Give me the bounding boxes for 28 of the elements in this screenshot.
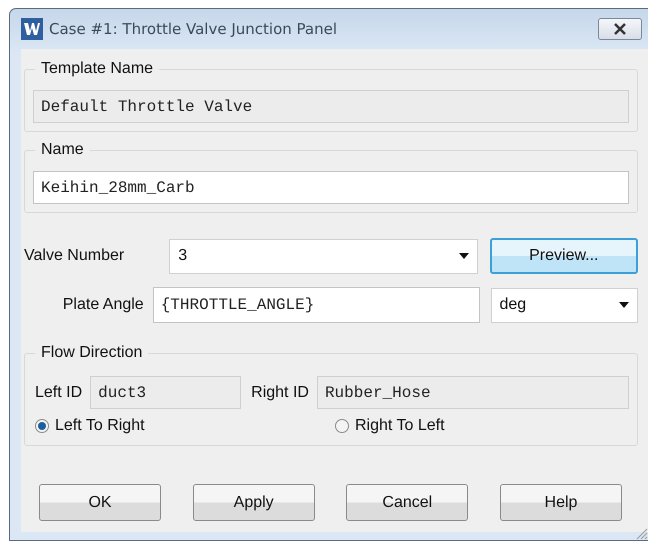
dialog-button[interactable]: Apply [192,484,315,521]
radio-button[interactable] [335,419,349,433]
resize-grip-icon[interactable] [634,526,648,540]
preview-button[interactable]: Preview... [490,238,638,274]
radio-button[interactable] [35,419,49,433]
radio-option[interactable]: Left To Right [35,417,335,435]
close-button[interactable] [598,18,642,40]
caret-icon [458,253,469,259]
field-label: Left ID [35,384,82,402]
field-label: Plate Angle [62,296,144,314]
dropdown[interactable]: 3 [169,238,478,274]
dialog-button[interactable]: Help [500,484,622,521]
text-field[interactable]: Default Throttle Valve [33,90,629,123]
caret-icon [619,302,630,308]
window-title: Case #1: Throttle Valve Junction Panel [49,20,338,38]
text-field[interactable]: Rubber_Hose [316,376,629,409]
dialog-button[interactable]: Cancel [346,484,468,521]
radio-option[interactable]: Right To Left [335,417,445,435]
field-label: Valve Number [24,247,126,265]
field-label: Right ID [251,384,309,402]
text-field[interactable]: {THROTTLE_ANGLE} [152,287,480,323]
group-label: Template Name [35,60,160,78]
close-icon [613,23,627,35]
dropdown[interactable]: deg [490,288,638,322]
app-logo-icon [21,18,43,40]
dialog-button[interactable]: OK [39,484,161,521]
text-field[interactable]: Keihin_28mm_Carb [33,171,629,204]
text-field[interactable]: duct3 [90,376,242,409]
